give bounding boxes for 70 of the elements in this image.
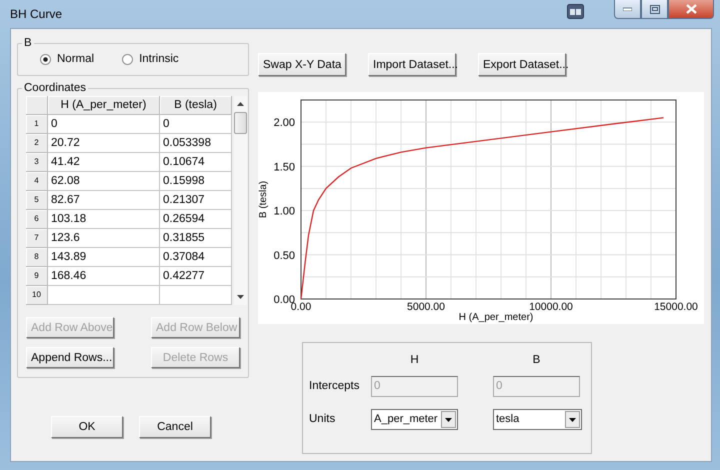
dataset-button[interactable]: Swap X-Y Data	[258, 53, 346, 76]
row-header[interactable]: 2	[26, 134, 48, 153]
row-header[interactable]: 9	[26, 267, 48, 286]
window-layout-icon[interactable]	[567, 4, 584, 19]
y-tick-label: 1.00	[274, 206, 295, 218]
minimize-button[interactable]	[614, 0, 641, 19]
cancel-button[interactable]: Cancel	[139, 416, 211, 438]
row-header[interactable]: 10	[26, 286, 48, 305]
table-cell[interactable]: 0.21307	[160, 191, 232, 210]
y-tick-label: 1.50	[274, 161, 295, 174]
close-button[interactable]	[668, 0, 714, 19]
row-header[interactable]: 8	[26, 248, 48, 267]
table-cell[interactable]: 0.053398	[160, 134, 232, 153]
ok-button[interactable]: OK	[51, 416, 123, 438]
x-tick-label: 15000.00	[654, 301, 698, 313]
table-cell[interactable]: 0.26594	[160, 210, 232, 229]
maximize-icon	[650, 4, 660, 14]
table-cell[interactable]: 62.08	[48, 172, 160, 191]
units-dropdown[interactable]: tesla	[493, 408, 582, 430]
units-label: Units	[309, 413, 336, 425]
y-axis-title: B (tesla)	[258, 180, 269, 218]
table-cell[interactable]: 0.42277	[160, 267, 232, 286]
row-action-button[interactable]: Append Rows...	[26, 347, 114, 368]
row-header[interactable]: 5	[26, 191, 48, 210]
x-tick-label: 10000.00	[529, 301, 573, 313]
table-cell[interactable]: 143.89	[48, 248, 160, 267]
window-title: BH Curve	[10, 7, 64, 21]
scrollbar-thumb[interactable]	[234, 112, 247, 134]
group-label: Coordinates	[23, 82, 88, 94]
minimize-icon	[623, 7, 632, 11]
dataset-button[interactable]: Export Dataset...	[478, 53, 566, 76]
table-cell[interactable]: 0.15998	[160, 172, 232, 191]
table-cell[interactable]: 41.42	[48, 153, 160, 172]
table-cell[interactable]	[48, 286, 160, 305]
table-cell[interactable]: 103.18	[48, 210, 160, 229]
column-label: B	[532, 354, 542, 366]
row-header[interactable]: 7	[26, 229, 48, 248]
table-cell[interactable]: 168.46	[48, 267, 160, 286]
radio-option[interactable]: Normal	[40, 53, 94, 65]
units-dropdown[interactable]: A_per_meter	[371, 408, 458, 430]
table-cell[interactable]: 0	[48, 115, 160, 134]
column-header[interactable]: B (tesla)	[160, 96, 232, 115]
close-icon	[686, 4, 696, 14]
table-cell[interactable]: 20.72	[48, 134, 160, 153]
table-cell[interactable]	[160, 286, 232, 305]
table-cell[interactable]: 0.31855	[160, 229, 232, 248]
intercepts-label: Intercepts	[309, 380, 360, 392]
x-tick-label: 5000.00	[407, 301, 445, 313]
scroll-up-icon[interactable]	[237, 102, 244, 106]
table-cell[interactable]: 0.37084	[160, 248, 232, 267]
table-cell[interactable]: 0	[160, 115, 232, 134]
row-header[interactable]: 1	[26, 115, 48, 134]
radio-option[interactable]: Intrinsic	[122, 53, 179, 65]
row-header[interactable]: 3	[26, 153, 48, 172]
x-axis-title: H (A_per_meter)	[458, 312, 534, 323]
maximize-button[interactable]	[641, 0, 668, 19]
group-label: B	[23, 37, 33, 49]
table-cell[interactable]: 0.10674	[160, 153, 232, 172]
vertical-scrollbar[interactable]	[234, 96, 247, 305]
row-header[interactable]: 4	[26, 172, 48, 191]
y-tick-label: 2.00	[274, 117, 295, 130]
column-label: H	[409, 354, 420, 366]
dataset-button[interactable]: Import Dataset...	[368, 53, 456, 76]
column-header[interactable]: H (A_per_meter)	[48, 96, 160, 115]
table-cell[interactable]: 82.67	[48, 191, 160, 210]
row-header[interactable]: 6	[26, 210, 48, 229]
y-tick-label: 0.50	[274, 250, 295, 262]
table-corner	[26, 96, 48, 115]
table-cell[interactable]: 123.6	[48, 229, 160, 248]
scroll-down-icon[interactable]	[237, 295, 244, 299]
